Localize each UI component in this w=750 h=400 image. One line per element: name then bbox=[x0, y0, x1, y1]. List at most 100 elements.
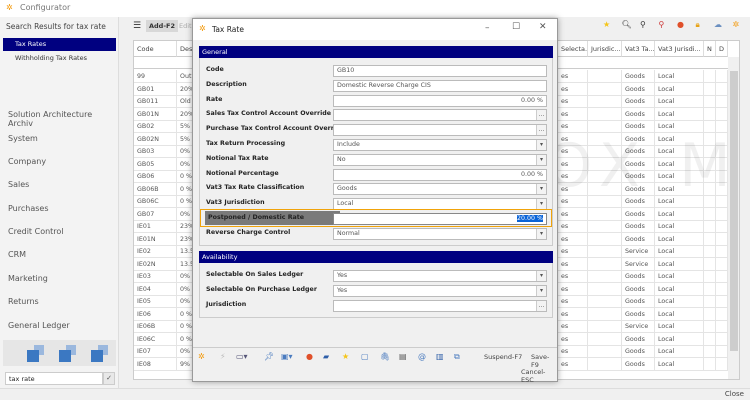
scrollbar-thumb[interactable] bbox=[730, 71, 738, 351]
search-input[interactable]: tax rate bbox=[5, 372, 103, 385]
table-cell bbox=[716, 207, 728, 221]
lock-icon[interactable]: 🔒︎ bbox=[696, 20, 700, 30]
nav-item[interactable]: General Ledger bbox=[8, 321, 70, 330]
star-icon[interactable]: ★ bbox=[342, 352, 349, 361]
lookup-ellipsis-button[interactable]: … bbox=[536, 110, 546, 121]
field-value: Yes bbox=[337, 272, 348, 279]
nav-item[interactable]: Marketing bbox=[8, 274, 48, 283]
search-check-button[interactable]: ✓ bbox=[103, 372, 115, 385]
note-icon[interactable]: ▢ bbox=[361, 352, 369, 361]
field-label: Rate bbox=[206, 95, 223, 103]
dropdown-arrow-icon[interactable]: ▾ bbox=[536, 271, 546, 281]
contact-icon[interactable]: ▣▾ bbox=[281, 352, 293, 361]
settings-icon[interactable]: ✲ bbox=[733, 20, 740, 29]
table-cell: IE06B bbox=[134, 320, 177, 333]
search-remove-icon[interactable]: ⚲ bbox=[659, 20, 665, 29]
comment-icon[interactable]: ▭▾ bbox=[236, 352, 248, 361]
search-result-item[interactable]: Withholding Tax Rates bbox=[3, 52, 116, 65]
search-icon[interactable]: 🔍︎ bbox=[622, 20, 632, 29]
field-rate[interactable]: 0.00 % bbox=[333, 94, 547, 107]
minimize-button[interactable]: – bbox=[485, 23, 490, 33]
field-label: Notional Percentage bbox=[206, 169, 279, 177]
dropdown-arrow-icon[interactable]: ▾ bbox=[536, 285, 546, 296]
nav-item[interactable]: Credit Control bbox=[8, 227, 64, 236]
nav-item[interactable]: Company bbox=[8, 157, 46, 166]
save-button[interactable]: Save-F9 bbox=[531, 353, 557, 369]
table-cell: Goods bbox=[622, 82, 655, 96]
field-notional-tax-rate[interactable]: No ▾ bbox=[333, 153, 547, 166]
lookup-ellipsis-button[interactable]: … bbox=[536, 300, 546, 311]
add-button[interactable]: Add-F2 bbox=[146, 20, 178, 32]
field-value: GB10 bbox=[337, 67, 355, 74]
table-cell bbox=[588, 320, 622, 333]
field-label: Vat3 Jurisdiction bbox=[206, 199, 265, 207]
lookup-ellipsis-button[interactable]: … bbox=[536, 125, 546, 136]
nav-item[interactable]: CRM bbox=[8, 250, 26, 259]
column-header[interactable]: N bbox=[704, 41, 716, 57]
table-cell: Goods bbox=[622, 282, 655, 296]
maximize-button[interactable]: ☐ bbox=[512, 22, 520, 32]
dropdown-arrow-icon[interactable]: ▾ bbox=[536, 199, 546, 210]
column-header[interactable]: D bbox=[716, 41, 728, 57]
close-icon[interactable]: ✕ bbox=[539, 22, 547, 32]
field-vat3-tax-rate-classification[interactable]: Goods ▾ bbox=[333, 183, 547, 196]
nav-item[interactable]: Sales bbox=[8, 180, 29, 189]
nav-item[interactable]: Purchases bbox=[8, 204, 49, 213]
nav-item[interactable]: Returns bbox=[8, 297, 39, 306]
vertical-scrollbar[interactable] bbox=[728, 57, 739, 379]
field-code[interactable]: GB10 bbox=[333, 65, 547, 77]
star-icon[interactable]: ★ bbox=[603, 20, 610, 29]
search-advanced-icon[interactable]: ⚲ bbox=[640, 20, 646, 29]
field-description[interactable]: Domestic Reverse Charge CIS bbox=[333, 79, 547, 92]
nav-item[interactable]: Solution Architecture Archiv bbox=[8, 110, 118, 128]
dropdown-arrow-icon[interactable]: ▾ bbox=[536, 140, 546, 150]
field-value: Normal bbox=[337, 229, 360, 237]
search-result-item[interactable]: Tax Rates bbox=[3, 38, 116, 51]
record-icon[interactable]: ● bbox=[306, 352, 313, 361]
column-header[interactable]: Jurisdic... bbox=[588, 41, 622, 57]
table-cell: es bbox=[558, 270, 588, 283]
field-postponed-domestic-rate[interactable]: 20.00 % bbox=[333, 213, 547, 225]
window-icon[interactable] bbox=[59, 345, 79, 363]
window-icon[interactable] bbox=[27, 345, 47, 363]
field-jurisdiction[interactable]: … bbox=[333, 299, 547, 312]
dropdown-arrow-icon[interactable]: ▾ bbox=[536, 228, 546, 239]
table-cell bbox=[704, 320, 716, 333]
field-selectable-on-sales-ledger[interactable]: Yes ▾ bbox=[333, 270, 547, 282]
column-header[interactable]: Vat3 Jurisdi... bbox=[655, 41, 704, 57]
field-selectable-on-purchase-ledger[interactable]: Yes ▾ bbox=[333, 284, 547, 297]
cancel-button[interactable]: Cancel-ESC bbox=[521, 368, 557, 384]
window-icon[interactable] bbox=[91, 345, 111, 363]
attachment-folder-icon[interactable]: ▰ bbox=[323, 352, 329, 361]
pin-icon[interactable]: 📌︎ bbox=[264, 352, 274, 361]
field-sales-tax-control-account-override[interactable]: … bbox=[333, 109, 547, 122]
field-reverse-charge-control[interactable]: Normal ▾ bbox=[333, 227, 547, 240]
workflow-icon[interactable]: ⧉ bbox=[454, 352, 460, 362]
table-cell bbox=[704, 295, 716, 308]
columns-icon[interactable]: ▥ bbox=[436, 352, 444, 361]
dropdown-arrow-icon[interactable]: ▾ bbox=[536, 184, 546, 195]
table-cell bbox=[704, 95, 716, 108]
field-purchase-tax-control-account-override[interactable]: … bbox=[333, 124, 547, 137]
field-notional-percentage[interactable]: 0.00 % bbox=[333, 168, 547, 181]
lightning-icon[interactable]: ⚡︎ bbox=[220, 352, 226, 361]
app-title: Configurator bbox=[20, 3, 71, 12]
dropdown-arrow-icon[interactable]: ▾ bbox=[536, 154, 546, 165]
suspend-button[interactable]: Suspend-F7 bbox=[484, 353, 522, 361]
column-header[interactable]: Vat3 Ta... bbox=[622, 41, 655, 57]
table-cell: Service bbox=[622, 320, 655, 333]
close-button[interactable]: Close bbox=[725, 390, 744, 398]
email-icon[interactable]: @ bbox=[418, 352, 426, 361]
menu-icon[interactable]: ☰ bbox=[130, 20, 144, 32]
nav-item[interactable]: System bbox=[8, 134, 38, 143]
cloud-icon[interactable]: ☁ bbox=[714, 20, 722, 29]
table-cell: Goods bbox=[622, 220, 655, 233]
record-icon[interactable]: ● bbox=[677, 20, 684, 29]
field-tax-return-processing[interactable]: Include ▾ bbox=[333, 139, 547, 151]
app-logo-icon[interactable]: ✲ bbox=[198, 352, 205, 361]
column-header[interactable]: Code bbox=[134, 41, 177, 57]
column-header[interactable]: Selecta... bbox=[558, 41, 588, 57]
print-icon[interactable]: ▤ bbox=[399, 352, 407, 361]
paperclip-icon[interactable]: 🖇︎ bbox=[380, 352, 390, 361]
table-cell: Goods bbox=[622, 345, 655, 358]
